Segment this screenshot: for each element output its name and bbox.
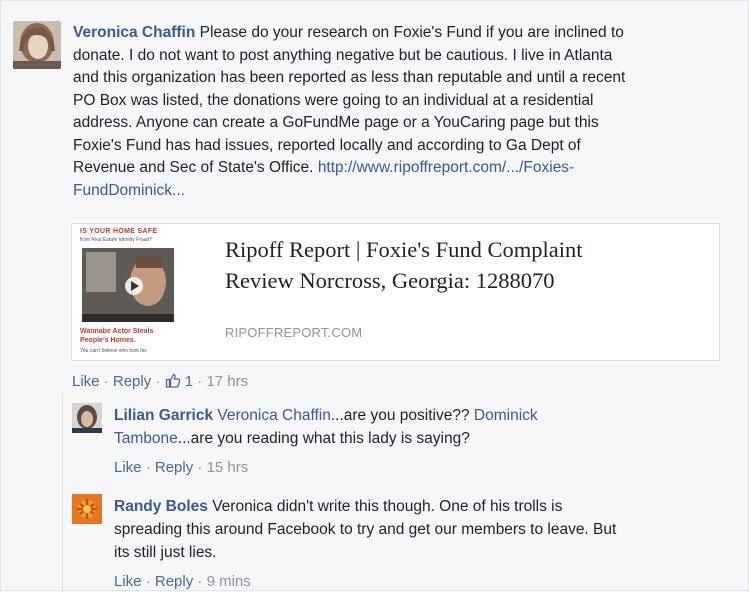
reply-timestamp[interactable]: 15 hrs [207,459,249,476]
comment-thread: Veronica Chaffin Please do your research… [0,0,749,592]
reply-actions: Like · Reply · 15 hrs [114,459,248,476]
reply-text: its still just lies. [114,544,217,561]
comment-text-line: Revenue and Sec of State's Office. [73,159,314,176]
comment-timestamp[interactable]: 17 hrs [206,373,248,390]
link-preview-title[interactable]: Ripoff Report | Foxie's Fund Complaint R… [225,234,705,296]
thumbs-up-icon [165,373,180,388]
main-comment-body: Veronica Chaffin Please do your research… [73,22,733,202]
separator-dot: · [145,573,151,590]
link-preview-title-line: Ripoff Report | Foxie's Fund Complaint [225,237,583,262]
separator-dot: · [145,459,151,476]
reply-author-link[interactable]: Lilian Garrick [114,407,213,424]
comment-text-line: and this organization has been reported … [73,69,626,86]
comment-text-line: PO Box was listed, the donations were go… [73,91,594,109]
comment-text-line: Please do your research on Foxie's Fund … [199,24,624,41]
mention-link[interactable]: Dominick [474,407,538,424]
comment-url-link-continued[interactable]: FundDominick... [73,180,733,203]
thumb-caption: You can't believe who took his [80,348,147,354]
avatar[interactable] [72,403,102,433]
like-link[interactable]: Like [114,459,142,476]
like-link[interactable]: Like [72,373,100,390]
separator-dot: · [103,373,109,390]
link-preview-domain: RIPOFFREPORT.COM [225,325,363,340]
separator-dot: · [197,373,203,390]
reply-link[interactable]: Reply [155,573,193,590]
avatar-photo-icon [72,494,102,524]
reply-thread-line [62,393,63,592]
avatar[interactable] [72,494,102,524]
reply-author-link[interactable]: Randy Boles [114,498,208,515]
reply-body: Lilian Garrick Veronica Chaffin...are yo… [114,404,714,450]
avatar-photo-icon [13,21,61,69]
separator-dot: · [197,573,203,590]
link-preview-card[interactable]: IS YOUR HOME SAFE from Real Estate Ident… [71,223,720,361]
avatar-photo-icon [72,403,102,433]
like-count: 1 [184,373,194,390]
separator-dot: · [197,459,203,476]
reply-text: ...are you reading what this lady is say… [177,430,470,447]
reply-body: Randy Boles Veronica didn't write this t… [114,495,734,564]
mention-link-continued[interactable]: Tambone [114,430,178,447]
comment-author-link[interactable]: Veronica Chaffin [73,24,195,41]
thumb-caption: Wannabe Actor Steals [80,328,154,335]
link-preview-title-line: Review Norcross, Georgia: 1288070 [225,268,555,293]
thumb-headline: IS YOUR HOME SAFE [80,228,158,235]
reply-text: spreading this around Facebook to try an… [114,521,617,538]
like-count-button[interactable]: 1 [165,373,198,390]
reply-text: ...are you positive?? [330,407,470,424]
comment-actions: Like · Reply · 1 · 17 hrs [72,373,248,390]
reply-link[interactable]: Reply [155,459,193,476]
comment-url-link[interactable]: http://www.ripoffreport.com/.../Foxies- [318,159,574,176]
separator-dot: · [155,373,161,390]
comment-text-line: Foxie's Fund has had issues, reported lo… [73,136,581,154]
reply-actions: Like · Reply · 9 mins [114,573,251,590]
comment-text-line: address. Anyone can create a GoFundMe pa… [73,114,599,131]
comment-text-line: donate. I do not want to post anything n… [73,46,613,64]
like-link[interactable]: Like [114,573,142,590]
reply-timestamp[interactable]: 9 mins [207,573,251,590]
thumb-subheadline: from Real Estate Identity Fraud? [80,237,152,243]
link-preview-thumbnail[interactable]: IS YOUR HOME SAFE from Real Estate Ident… [76,226,206,358]
reply-link[interactable]: Reply [113,373,151,390]
mention-link[interactable]: Veronica Chaffin [217,407,330,424]
avatar[interactable] [13,21,61,69]
thumb-caption: People's Homes. [80,337,136,344]
reply-text: Veronica didn't write this though. One o… [212,498,563,515]
